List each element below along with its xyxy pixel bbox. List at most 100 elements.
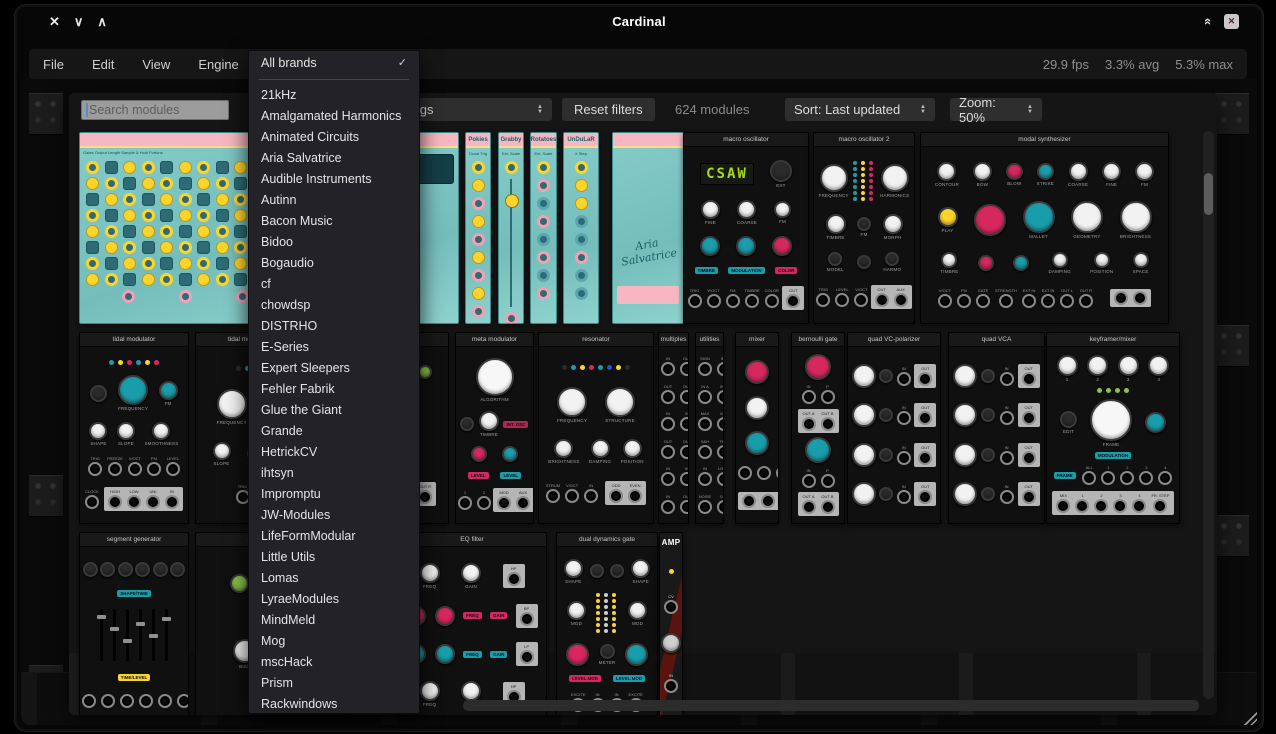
brand-menu-item-all-brands[interactable]: All brands ✓ <box>249 53 419 74</box>
jack <box>897 490 911 504</box>
tags-select[interactable]: Tags ▲▼ <box>397 98 552 121</box>
brand-menu-item[interactable]: Fehler Fabrik <box>249 379 419 400</box>
brand-menu-item[interactable]: Amalgamated Harmonics <box>249 106 419 127</box>
jack <box>108 462 122 476</box>
brand-menu-item[interactable]: Rackwindows <box>249 694 419 714</box>
jack <box>507 572 521 586</box>
knob <box>479 411 499 431</box>
jack <box>1075 499 1089 513</box>
jack <box>717 390 724 404</box>
brand-menu-item[interactable]: Bogaudio <box>249 253 419 274</box>
jack <box>802 390 816 404</box>
module-card-dual-dynamics-gate[interactable]: dual dynamics gateSHAPESHAPEMODMODMETERL… <box>556 532 658 715</box>
brand-menu-item[interactable]: Grande <box>249 421 419 442</box>
rack-rail <box>29 93 63 135</box>
module-card-amp[interactable]: AMPCVIN <box>659 532 683 715</box>
module-card-keyframer-mixer[interactable]: keyframer/mixer1234EDITFRAMEMODULATIONFR… <box>1046 332 1180 524</box>
knob <box>941 252 957 268</box>
brand-menu-item[interactable]: Prism <box>249 673 419 694</box>
knob <box>981 408 995 422</box>
jack <box>717 472 724 486</box>
module-card-macro-oscillator-2[interactable]: macro oscillator 2FREQUENCYHARMONICSTIMB… <box>813 132 915 324</box>
module-card-bernoulli-gate[interactable]: bernoulli gateINPOUT AOUT BINPOUT AOUT B <box>791 332 845 524</box>
sort-select[interactable]: Sort: Last updated ▲▼ <box>785 98 935 121</box>
module-title: AMP <box>660 533 682 547</box>
jack <box>661 500 675 514</box>
menu-edit[interactable]: Edit <box>92 57 114 72</box>
module-title: modal synthesizer <box>921 133 1168 147</box>
module-card-quad-vc-polarizer[interactable]: quad VC-polarizerINOUTINOUTINOUTINOUT <box>847 332 941 524</box>
jack <box>698 390 712 404</box>
brand-menu-item[interactable]: LyraeModules <box>249 589 419 610</box>
brand-menu-item[interactable]: LifeFormModular <box>249 526 419 547</box>
brand-menu-item[interactable]: 21kHz <box>249 85 419 106</box>
module-card-resonator[interactable]: resonatorFREQUENCYSTRUCTUREBRIGHTNESSDAM… <box>538 332 654 524</box>
knob <box>628 601 647 620</box>
module-card-pokies[interactable]: PokiesDuval Trig <box>465 132 491 324</box>
knob <box>953 364 977 388</box>
module-card-meta-modulator[interactable]: meta modulatorALGORITHMTIMBREINT. OSCLEV… <box>455 332 534 524</box>
module-card-quad-vca[interactable]: quad VCAINOUTINOUTINOUTINOUT <box>948 332 1045 524</box>
knob <box>1118 355 1139 376</box>
module-card-segment-generator[interactable]: segment generatorSHAPE/TIMETIME/LEVEL <box>79 532 189 715</box>
brand-menu-item[interactable]: Bidoo <box>249 232 419 253</box>
menu-engine[interactable]: Engine <box>198 57 238 72</box>
brand-menu-item[interactable]: ihtsyn <box>249 463 419 484</box>
brand-menu-item[interactable]: Expert Sleepers <box>249 358 419 379</box>
knob <box>805 354 831 380</box>
brand-menu-list: 21kHzAmalgamated HarmonicsAnimated Circu… <box>249 85 419 714</box>
knob <box>420 563 440 583</box>
module-card-rotatoes[interactable]: RotatoesExt. Scale <box>530 132 557 324</box>
vertical-scrollbar[interactable] <box>1203 131 1214 699</box>
brand-menu-item[interactable]: Mog <box>249 631 419 652</box>
brand-menu-item[interactable]: Animated Circuits <box>249 127 419 148</box>
knob <box>883 214 903 234</box>
module-card-modal-synthesizer[interactable]: modal synthesizerCONTOURBOWBLOWSTRIKECOA… <box>920 132 1169 324</box>
brand-menu-item[interactable]: Audible Instruments <box>249 169 419 190</box>
knob <box>879 369 893 383</box>
tray-icon[interactable]: ✕ <box>1224 14 1239 29</box>
knob <box>605 387 635 417</box>
zoom-select[interactable]: Zoom: 50% ▲▼ <box>950 98 1042 121</box>
menu-separator <box>259 79 409 80</box>
reset-filters-button[interactable]: Reset filters <box>562 98 655 121</box>
knob <box>623 439 642 458</box>
brand-menu-item[interactable]: DISTRHO <box>249 316 419 337</box>
module-card-macro-oscillator[interactable]: macro oscillatorCSAWEXTFINECOARSEFMTIMBR… <box>683 132 809 324</box>
brand-menu-item[interactable]: Little Utils <box>249 547 419 568</box>
brand-menu-item[interactable]: chowdsp <box>249 295 419 316</box>
brand-menu-item[interactable]: Glue the Giant <box>249 400 419 421</box>
knob <box>700 236 720 256</box>
brand-menu-item[interactable]: Lomas <box>249 568 419 589</box>
jack <box>1060 294 1074 308</box>
brand-menu-item[interactable]: Bacon Music <box>249 211 419 232</box>
menu-view[interactable]: View <box>142 57 170 72</box>
knob <box>217 389 247 419</box>
module-card-multiples[interactable]: multiplesINOUTOUTOUTININOUTOUTINININOUT <box>658 332 689 524</box>
module-card-undular[interactable]: UnDuLaRX Step <box>563 132 599 324</box>
horizontal-scrollbar[interactable] <box>463 700 1199 711</box>
brand-menu-item[interactable]: JW-Modules <box>249 505 419 526</box>
brand-menu-item[interactable]: E-Series <box>249 337 419 358</box>
brand-menu-item[interactable]: MindMeld <box>249 610 419 631</box>
module-card-grabby[interactable]: GrabbyExt. Scale <box>498 132 524 324</box>
collapse-icon[interactable]: « <box>1201 18 1216 25</box>
updown-arrows-icon: ▲▼ <box>537 105 543 115</box>
module-card-mixer[interactable]: mixer <box>735 332 779 524</box>
jack <box>1079 294 1093 308</box>
jack <box>894 293 908 307</box>
module-card[interactable]: Aria Salvatrice <box>612 132 684 324</box>
knob <box>590 564 604 578</box>
brand-menu-item[interactable]: mscHack <box>249 652 419 673</box>
brand-menu-item[interactable]: Impromptu <box>249 484 419 505</box>
module-card-utilities[interactable]: utilitiesSIGNINVIN AIN BMAXMINS&HTRIGINL… <box>695 332 724 524</box>
jack <box>146 495 160 509</box>
brand-menu-item[interactable]: cf <box>249 274 419 295</box>
search-input[interactable]: Search modules <box>81 100 229 120</box>
brand-menu-item[interactable]: Aria Salvatrice <box>249 148 419 169</box>
brand-menu-item[interactable]: Autinn <box>249 190 419 211</box>
module-card-tidal-modulator[interactable]: tidal modulatorFREQUENCYFMSHAPESLOPESMOO… <box>79 332 189 524</box>
menu-file[interactable]: File <box>43 57 64 72</box>
brand-menu-item[interactable]: HetrickCV <box>249 442 419 463</box>
vertical-scrollbar-thumb[interactable] <box>1204 173 1213 215</box>
